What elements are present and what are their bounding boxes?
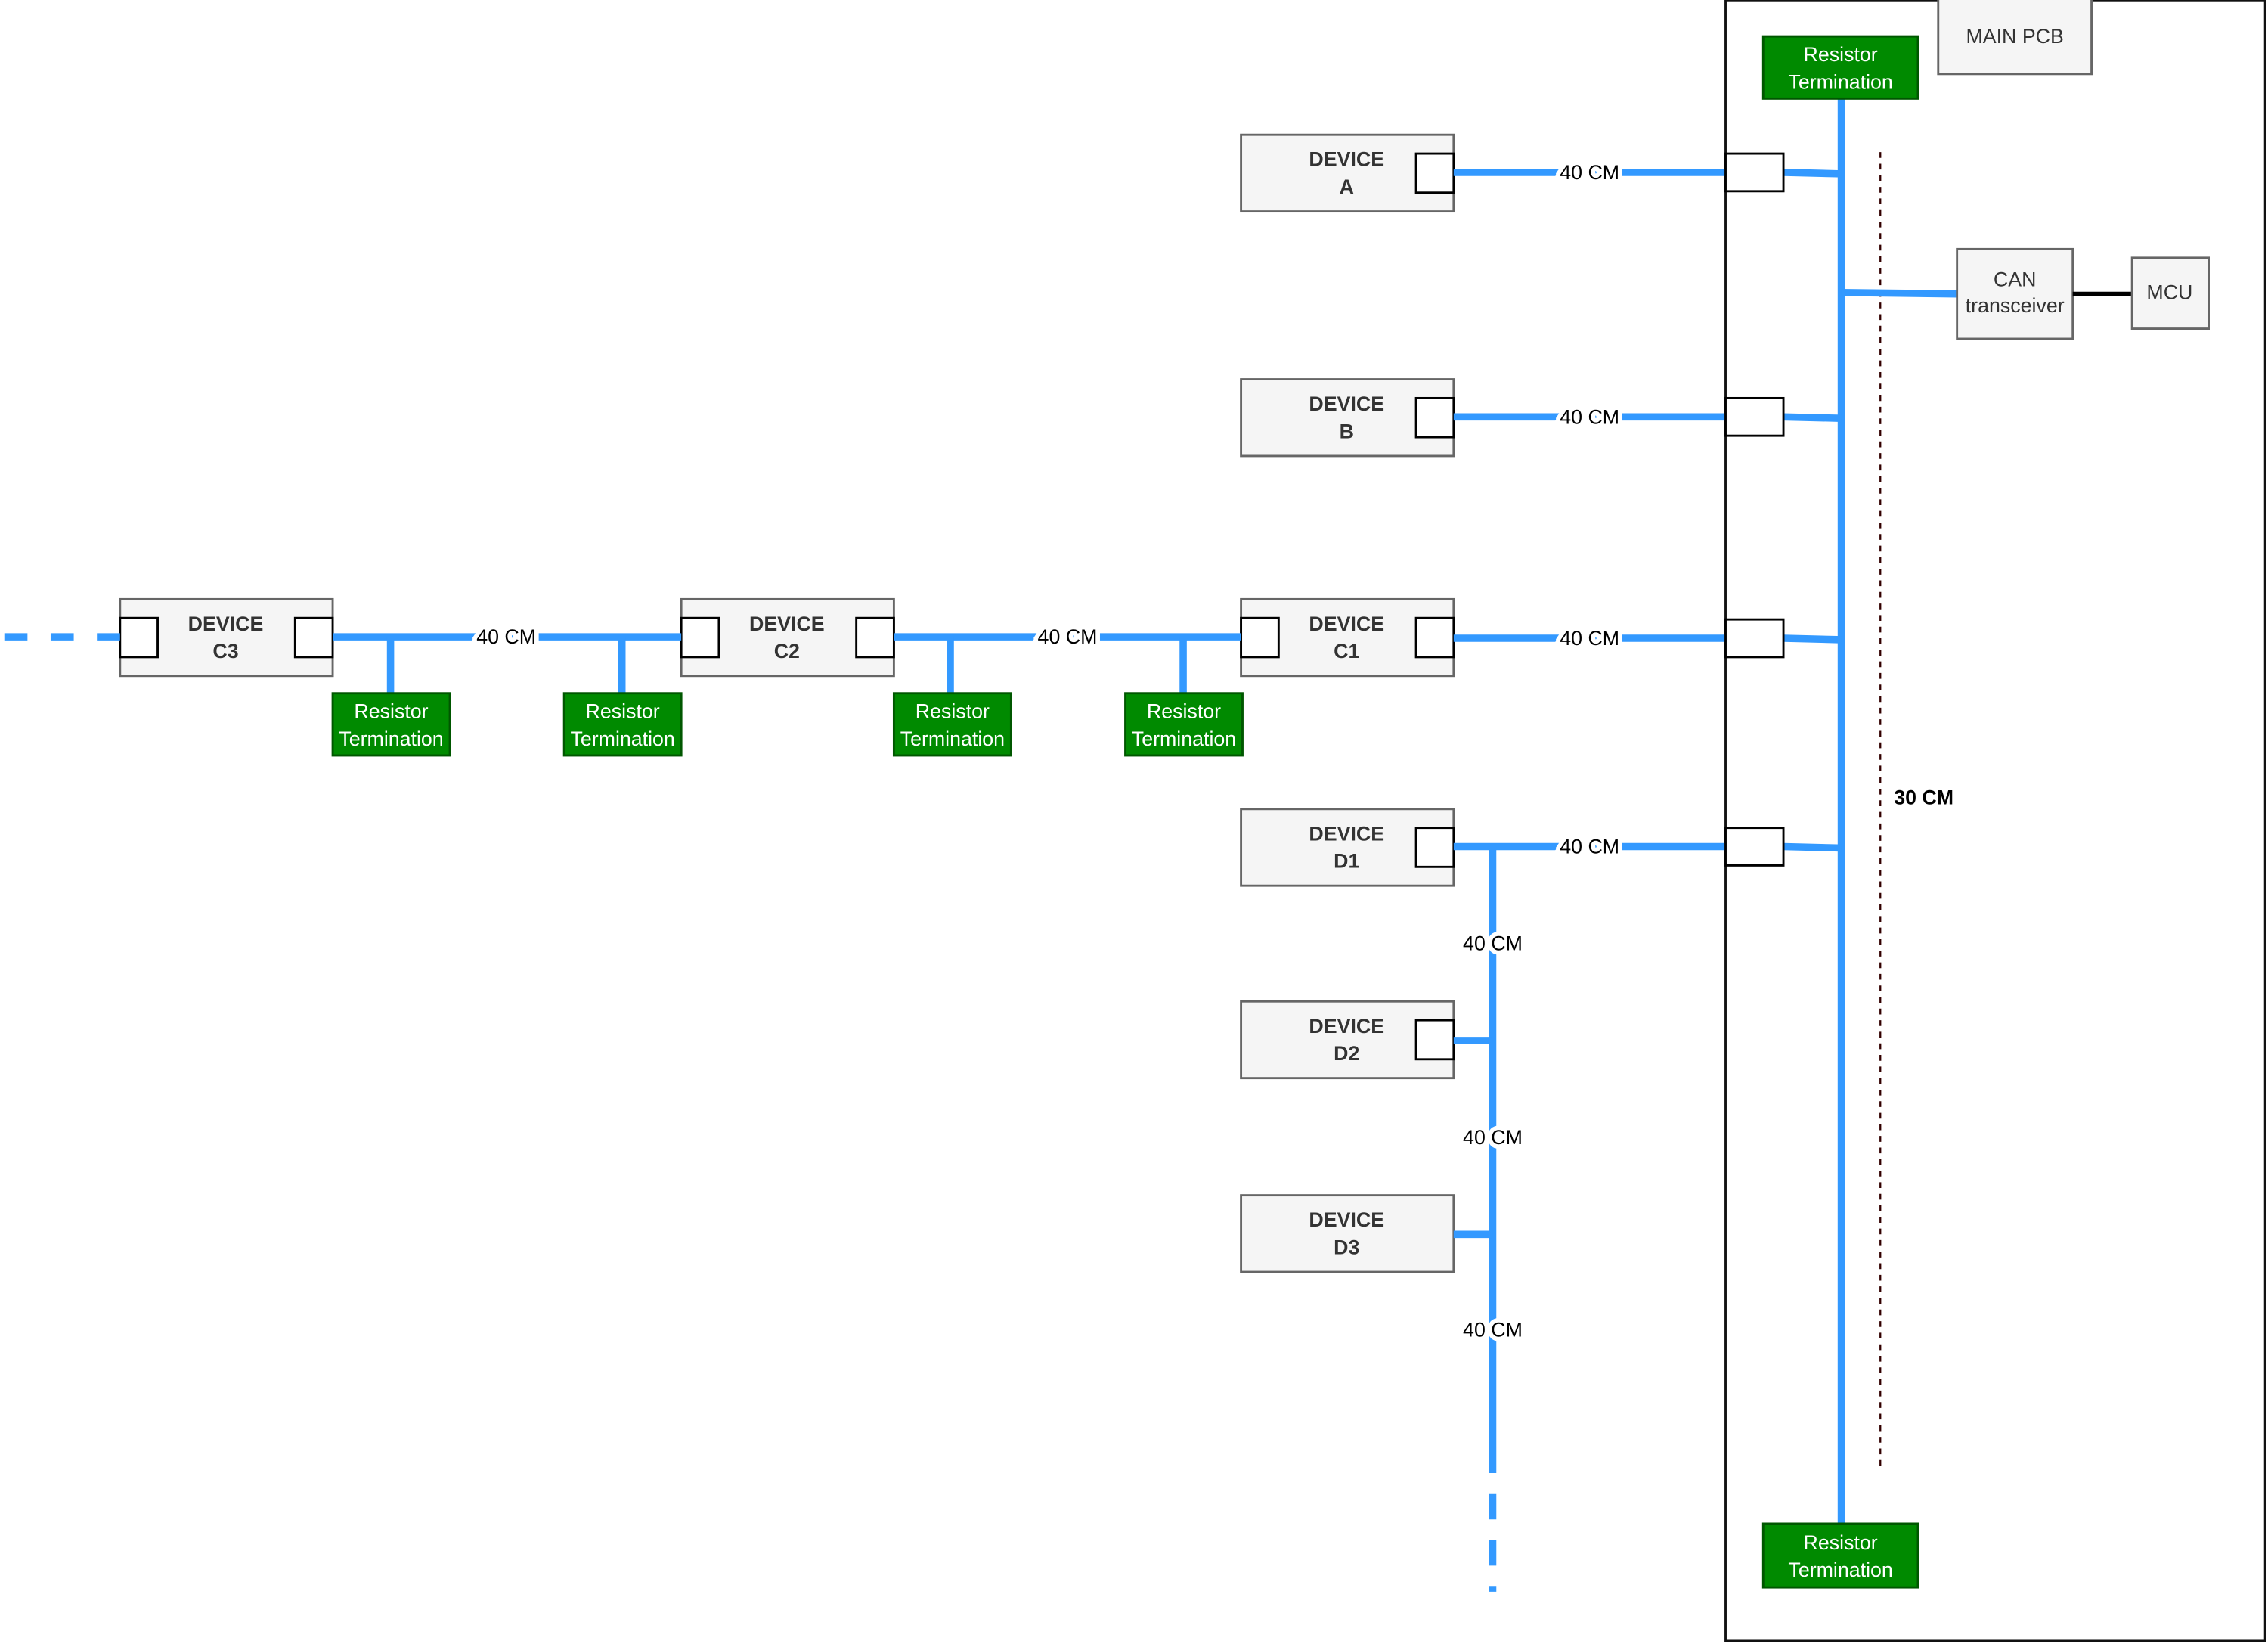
resistor-label: Termination: [1132, 727, 1236, 750]
device-label: DEVICE: [1309, 822, 1384, 845]
resistor-label: Resistor: [354, 700, 428, 723]
resistor-label: Resistor: [916, 700, 990, 723]
device-c2: DEVICE C2: [680, 597, 895, 678]
pcb-length-label: 30 CM: [1894, 786, 1954, 808]
device-label: D1: [1334, 850, 1359, 873]
device-port-right: [1414, 396, 1455, 439]
device-d2: DEVICE D2: [1240, 1000, 1455, 1080]
pcb-connector-c1: [1724, 618, 1785, 659]
cable-length-label: 40 CM: [1463, 1319, 1523, 1342]
device-label: DEVICE: [1309, 392, 1384, 415]
device-port-right: [855, 616, 895, 659]
cable-length-label: 40 CM: [1463, 1126, 1523, 1149]
pcb-connector-c1-to-bus: [1783, 634, 1842, 644]
device-label: DEVICE: [1309, 1015, 1384, 1038]
resistor-label: Resistor: [1804, 43, 1878, 66]
cable-length-label: 40 CM: [1560, 836, 1619, 858]
device-label: C1: [1334, 640, 1359, 662]
mcu-label: MCU: [2146, 281, 2192, 304]
device-label: C3: [212, 640, 238, 662]
device-d1: DEVICE D1: [1240, 808, 1455, 887]
can-transceiver-label: CAN: [1994, 268, 2037, 291]
device-port-left: [1240, 616, 1280, 659]
cable-length-label: 40 CM: [476, 625, 536, 648]
device-label: DEVICE: [1309, 148, 1384, 171]
resistor-termination-c-4: Resistor Termination: [1124, 692, 1244, 757]
resistor-label: Termination: [1788, 1559, 1892, 1581]
pcb-connector-b: [1724, 396, 1785, 437]
resistor-termination-c-3: Resistor Termination: [892, 692, 1012, 757]
resistor-label: Resistor: [1147, 700, 1221, 723]
device-port-right: [1414, 827, 1455, 868]
device-b: DEVICE B: [1240, 378, 1455, 458]
device-port-right: [1414, 616, 1455, 659]
can-bus-diagram: MAIN PCB30 CMResistorTerminationResistor…: [4, 0, 2266, 1642]
resistor-label: Termination: [900, 727, 1005, 750]
pcb-connector-d1: [1724, 827, 1785, 867]
resistor-termination-bottom: Resistor Termination: [1761, 1522, 1919, 1589]
pcb-connector-a: [1724, 152, 1785, 193]
device-port-left: [680, 616, 720, 659]
pcb-connector-d1-to-bus: [1783, 842, 1842, 852]
resistor-label: Termination: [570, 727, 674, 750]
device-label: DEVICE: [1309, 1208, 1384, 1231]
device-port-left: [119, 616, 159, 659]
device-port-right: [1414, 1019, 1455, 1061]
cable-length-label: 40 CM: [1463, 932, 1523, 955]
device-c3: DEVICE C3: [119, 597, 334, 678]
device-d3: DEVICE D3: [1240, 1194, 1455, 1273]
pcb-connector-a-to-bus: [1783, 169, 1842, 178]
device-label: A: [1340, 175, 1354, 198]
cable-length-label: 40 CM: [1560, 627, 1619, 650]
device-label: D2: [1334, 1042, 1359, 1065]
device-port-right: [1414, 152, 1455, 194]
main-pcb-outline: [1724, 0, 2266, 1642]
cable-length-label: 40 CM: [1560, 161, 1619, 184]
device-label: B: [1340, 420, 1354, 442]
device-port-right: [293, 616, 334, 659]
resistor-label: Termination: [1788, 70, 1892, 93]
resistor-label: Resistor: [586, 700, 660, 723]
resistor-termination-c-2: Resistor Termination: [562, 692, 683, 757]
device-c1: DEVICE C1: [1240, 597, 1455, 678]
device-a: DEVICE A: [1240, 133, 1455, 213]
resistor-termination-c-1: Resistor Termination: [331, 692, 451, 757]
resistor-termination-top: Resistor Termination: [1761, 35, 1919, 100]
device-label: DEVICE: [188, 613, 264, 635]
can-transceiver-bus-link: [1841, 288, 1957, 298]
resistor-label: Resistor: [1804, 1531, 1878, 1554]
device-label: C2: [774, 640, 800, 662]
cable-length-label: 40 CM: [1038, 625, 1098, 648]
device-label: D3: [1334, 1236, 1359, 1259]
device-label: DEVICE: [749, 613, 825, 635]
device-label: DEVICE: [1309, 613, 1384, 635]
main-pcb-label: MAIN PCB: [1966, 25, 2063, 48]
device-box: [1240, 1194, 1455, 1273]
cable-length-label: 40 CM: [1560, 405, 1619, 428]
can-transceiver-label: transceiver: [1966, 294, 2065, 317]
resistor-label: Termination: [339, 727, 443, 750]
pcb-connector-b-to-bus: [1783, 413, 1842, 422]
